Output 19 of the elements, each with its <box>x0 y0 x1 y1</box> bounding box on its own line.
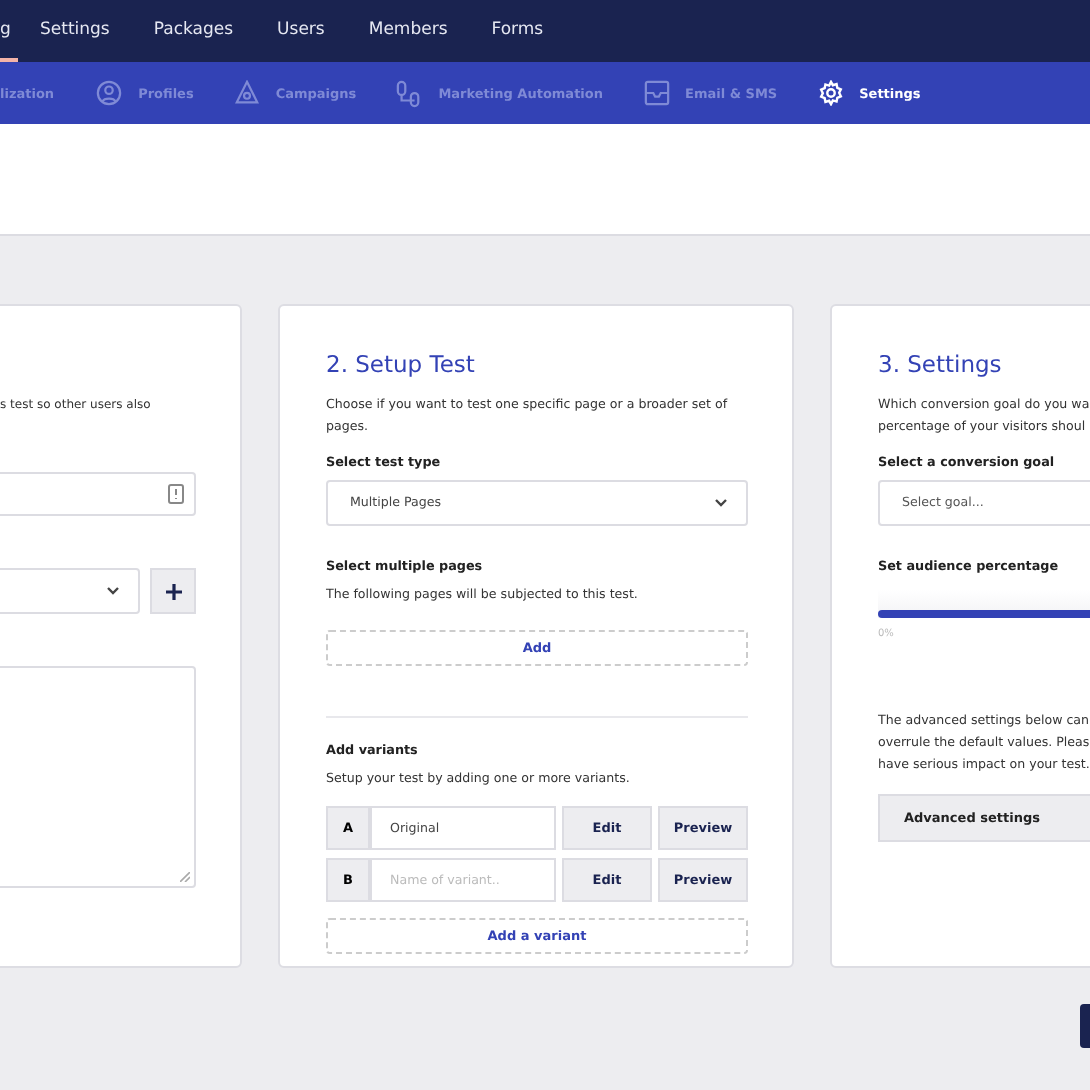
resize-grip-icon <box>180 872 190 882</box>
button[interactable] <box>1080 1004 1090 1048</box>
settings-icon <box>817 80 844 106</box>
card-title: 2. Setup Test <box>326 350 477 378</box>
nav-tab[interactable]: Settings <box>18 0 132 62</box>
drop-icon <box>233 80 260 106</box>
person-icon <box>96 80 123 106</box>
nav-tab[interactable]: Members <box>346 0 470 62</box>
nav-tab[interactable]: Users <box>255 0 347 62</box>
chevron-icon <box>714 498 728 508</box>
workflow-icon <box>396 79 423 107</box>
inbox-icon <box>643 80 670 106</box>
field-icon <box>168 484 184 504</box>
nav-tab[interactable]: Forms <box>469 0 566 62</box>
add-button[interactable] <box>150 568 196 614</box>
nav-tab[interactable]: Packages <box>131 0 256 62</box>
card-title: 3. Settings <box>878 350 1004 378</box>
chevron-icon <box>106 586 120 596</box>
plus-icon <box>165 583 181 599</box>
